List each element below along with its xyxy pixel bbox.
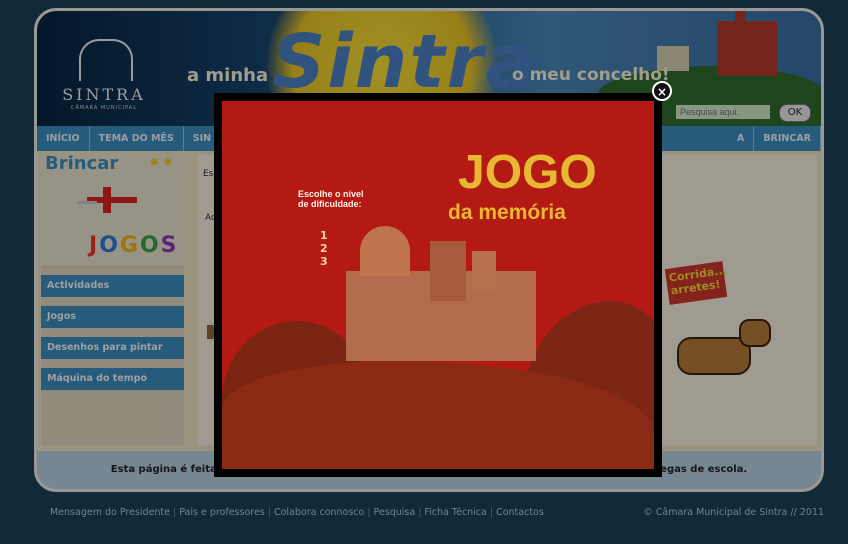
link-pais-professores[interactable]: Pais e professores xyxy=(179,507,265,518)
logo-subtitle: CÂMARA MUNICIPAL xyxy=(71,105,137,111)
link-ficha-tecnica[interactable]: Ficha Técnica xyxy=(424,507,486,518)
brincar-title: Brincar xyxy=(45,153,119,174)
palace-graphic xyxy=(717,11,777,76)
sidebar-item-jogos[interactable]: Jogos xyxy=(41,306,184,328)
game-subtitle: da memória xyxy=(448,201,566,224)
link-pesquisa[interactable]: Pesquisa xyxy=(374,507,416,518)
jogos-logo: JOGOS xyxy=(89,233,179,258)
copyright: © Câmara Municipal de Sintra // 2011 xyxy=(643,507,824,518)
difficulty-levels: 1 2 3 xyxy=(320,229,328,268)
race-banner[interactable]: Corrida... arretes! xyxy=(664,261,728,305)
memory-game-canvas[interactable]: Escolhe o nível de dificuldade: 1 2 3 JO… xyxy=(222,101,654,469)
sidebar-item-actividades[interactable]: Actividades xyxy=(41,275,184,297)
search-input[interactable] xyxy=(675,104,771,120)
link-contactos[interactable]: Contactos xyxy=(496,507,544,518)
content-text: Es xyxy=(203,169,214,179)
logo-name: SINTRA xyxy=(62,85,146,104)
nav-item-tema-do-mes[interactable]: TEMA DO MÊS xyxy=(90,126,184,151)
horse-icon[interactable] xyxy=(667,315,777,395)
stars-icon: ✸ ✸ xyxy=(149,155,173,169)
sidebar-item-maquina[interactable]: Máquina do tempo xyxy=(41,368,184,390)
brincar-panel: Brincar ✸ ✸ JOGOS xyxy=(41,153,184,265)
level-1-button[interactable]: 1 xyxy=(320,229,328,242)
palace-tower-graphic xyxy=(472,251,496,291)
sidebar: Brincar ✸ ✸ JOGOS Actividades Jogos Dese… xyxy=(41,153,184,445)
airplane-icon xyxy=(77,187,147,215)
game-modal: Escolhe o nível de dificuldade: 1 2 3 JO… xyxy=(214,93,662,477)
logo-emblem-icon xyxy=(79,39,133,81)
nav-item-partial[interactable]: A xyxy=(728,126,755,151)
difficulty-instruction: Escolhe o nível de dificuldade: xyxy=(298,189,364,209)
sidebar-item-desenhos[interactable]: Desenhos para pintar xyxy=(41,337,184,359)
tagline-left: a minha xyxy=(187,65,269,86)
nav-item-brincar[interactable]: BRINCAR xyxy=(754,126,821,151)
close-icon[interactable]: × xyxy=(652,81,672,101)
nav-item-inicio[interactable]: INÍCIO xyxy=(37,126,90,151)
bottom-links: Mensagem do Presidente | Pais e professore… xyxy=(50,507,544,518)
sintra-logo[interactable]: SINTRA CÂMARA MUNICIPAL xyxy=(59,39,149,111)
level-2-button[interactable]: 2 xyxy=(320,242,328,255)
game-title: JOGO xyxy=(458,146,597,199)
link-mensagem-presidente[interactable]: Mensagem do Presidente xyxy=(50,507,170,518)
palace-dome-graphic xyxy=(360,226,410,276)
link-colabora[interactable]: Colabora connosco xyxy=(274,507,364,518)
level-3-button[interactable]: 3 xyxy=(320,255,328,268)
search-ok-button[interactable]: OK xyxy=(779,104,811,122)
tagline-right: o meu concelho! xyxy=(512,65,670,85)
palace-tower-graphic xyxy=(430,241,466,301)
